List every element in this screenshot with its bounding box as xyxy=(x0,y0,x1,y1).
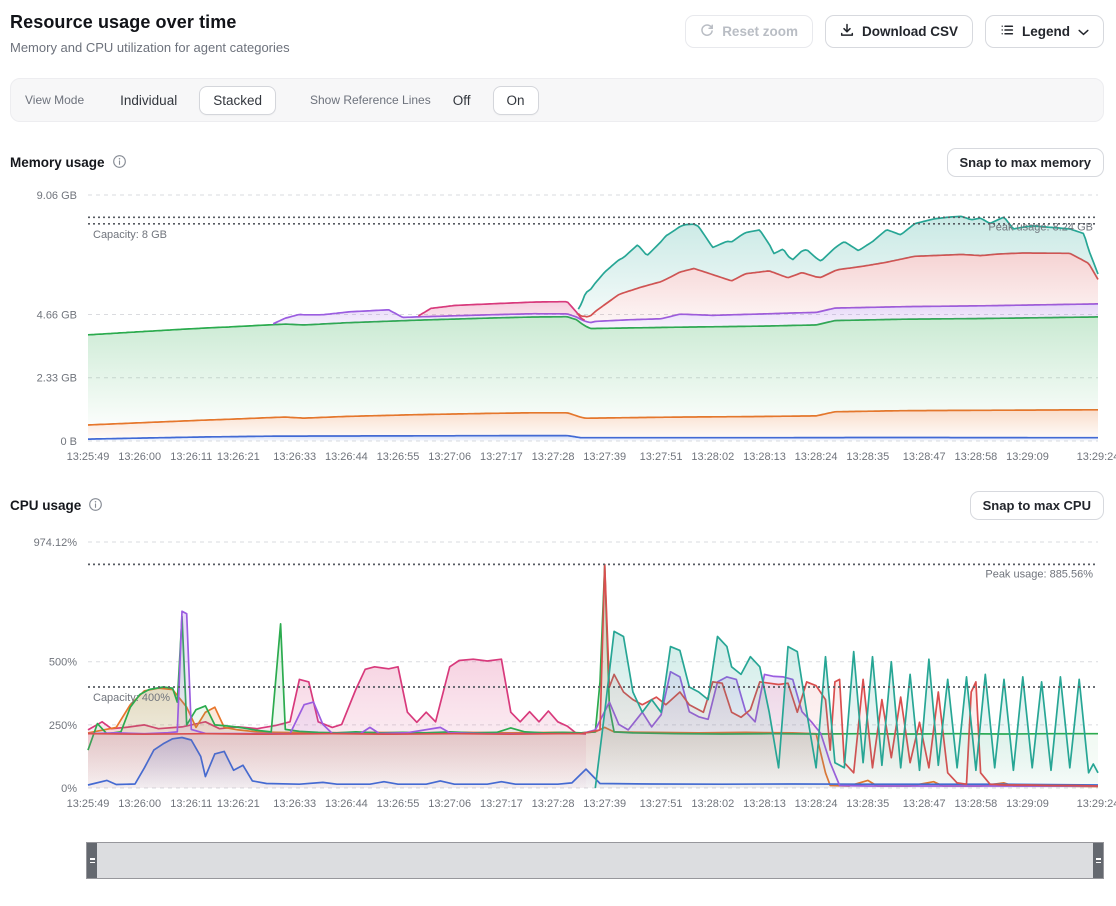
svg-text:13:26:00: 13:26:00 xyxy=(118,798,161,810)
svg-text:13:28:13: 13:28:13 xyxy=(743,798,786,810)
refresh-icon xyxy=(700,23,714,40)
svg-text:0%: 0% xyxy=(61,783,77,795)
svg-text:13:27:06: 13:27:06 xyxy=(428,451,471,463)
svg-text:13:26:55: 13:26:55 xyxy=(377,451,420,463)
cpu-title-text: CPU usage xyxy=(10,498,81,513)
svg-text:0 B: 0 B xyxy=(60,436,77,448)
svg-text:13:28:02: 13:28:02 xyxy=(691,451,734,463)
page-title: Resource usage over time xyxy=(10,12,290,33)
svg-text:13:26:00: 13:26:00 xyxy=(118,451,161,463)
legend-list-icon xyxy=(1000,23,1014,40)
header: Resource usage over time Memory and CPU … xyxy=(10,12,1104,55)
toolbar: Reset zoom Download CSV xyxy=(685,15,1104,48)
svg-text:13:28:24: 13:28:24 xyxy=(795,798,838,810)
svg-text:13:27:28: 13:27:28 xyxy=(532,798,575,810)
svg-text:13:28:35: 13:28:35 xyxy=(846,798,889,810)
svg-text:13:27:28: 13:27:28 xyxy=(532,451,575,463)
brush-left-handle[interactable] xyxy=(87,843,97,878)
download-csv-button[interactable]: Download CSV xyxy=(825,15,973,48)
cpu-section-header: CPU usage Snap to max CPU xyxy=(10,491,1104,520)
download-csv-label: Download CSV xyxy=(862,24,958,39)
svg-text:13:28:47: 13:28:47 xyxy=(903,798,946,810)
page-subtitle: Memory and CPU utilization for agent cat… xyxy=(10,40,290,55)
svg-text:13:28:02: 13:28:02 xyxy=(691,798,734,810)
svg-text:2.33 GB: 2.33 GB xyxy=(37,373,77,385)
svg-text:4.66 GB: 4.66 GB xyxy=(37,310,77,322)
svg-text:13:29:24: 13:29:24 xyxy=(1077,798,1116,810)
cpu-section-title: CPU usage xyxy=(10,497,103,515)
reference-lines-on[interactable]: On xyxy=(493,86,539,115)
svg-text:13:26:44: 13:26:44 xyxy=(325,798,368,810)
svg-text:13:29:09: 13:29:09 xyxy=(1006,451,1049,463)
svg-text:13:26:44: 13:26:44 xyxy=(325,451,368,463)
svg-text:500%: 500% xyxy=(49,657,77,669)
header-text: Resource usage over time Memory and CPU … xyxy=(10,12,290,55)
info-icon[interactable] xyxy=(112,154,127,172)
svg-text:13:26:21: 13:26:21 xyxy=(217,451,260,463)
svg-text:13:26:11: 13:26:11 xyxy=(170,798,212,810)
svg-text:13:28:47: 13:28:47 xyxy=(903,451,946,463)
cpu-chart[interactable]: 974.12% 500% 250% 0% Peak usage: 885.56% Capa… xyxy=(10,528,1108,824)
svg-text:13:27:51: 13:27:51 xyxy=(640,451,683,463)
svg-text:13:27:17: 13:27:17 xyxy=(480,798,523,810)
svg-text:Capacity: 8 GB: Capacity: 8 GB xyxy=(93,229,167,241)
svg-text:250%: 250% xyxy=(49,720,77,732)
svg-text:13:26:11: 13:26:11 xyxy=(170,451,212,463)
svg-text:13:26:55: 13:26:55 xyxy=(377,798,420,810)
svg-text:9.06 GB: 9.06 GB xyxy=(37,190,77,202)
legend-label: Legend xyxy=(1022,24,1070,39)
svg-text:13:28:24: 13:28:24 xyxy=(795,451,838,463)
reference-lines-label: Show Reference Lines xyxy=(310,93,431,107)
view-mode-bar: View Mode Individual Stacked Show Refere… xyxy=(10,78,1104,122)
snap-to-max-cpu-button[interactable]: Snap to max CPU xyxy=(970,491,1104,520)
info-icon[interactable] xyxy=(88,497,103,515)
reset-zoom-button[interactable]: Reset zoom xyxy=(685,15,813,48)
svg-text:13:27:51: 13:27:51 xyxy=(640,798,683,810)
svg-text:13:27:39: 13:27:39 xyxy=(583,798,626,810)
brush-right-handle[interactable] xyxy=(1093,843,1103,878)
view-mode-label: View Mode xyxy=(25,93,84,107)
svg-text:13:29:09: 13:29:09 xyxy=(1006,798,1049,810)
memory-chart[interactable]: 9.06 GB4.66 GB2.33 GB0 BPeak usage: 8.24… xyxy=(10,185,1108,477)
svg-text:13:28:58: 13:28:58 xyxy=(954,798,997,810)
view-mode-individual[interactable]: Individual xyxy=(106,86,191,115)
memory-title-text: Memory usage xyxy=(10,155,105,170)
svg-text:13:25:49: 13:25:49 xyxy=(67,451,110,463)
memory-section-title: Memory usage xyxy=(10,154,127,172)
download-icon xyxy=(840,23,854,40)
svg-text:13:25:49: 13:25:49 xyxy=(67,798,110,810)
svg-text:13:27:06: 13:27:06 xyxy=(428,798,471,810)
svg-text:13:26:33: 13:26:33 xyxy=(273,798,316,810)
svg-text:Capacity: 400%: Capacity: 400% xyxy=(93,692,170,704)
svg-text:13:28:58: 13:28:58 xyxy=(954,451,997,463)
chevron-down-icon xyxy=(1078,24,1089,39)
reset-zoom-label: Reset zoom xyxy=(722,24,798,39)
svg-text:13:28:35: 13:28:35 xyxy=(846,451,889,463)
svg-text:13:27:17: 13:27:17 xyxy=(480,451,523,463)
snap-to-max-memory-button[interactable]: Snap to max memory xyxy=(947,148,1105,177)
svg-text:974.12%: 974.12% xyxy=(34,537,78,549)
page: Resource usage over time Memory and CPU … xyxy=(0,0,1116,879)
time-brush[interactable] xyxy=(86,842,1104,879)
memory-section-header: Memory usage Snap to max memory xyxy=(10,148,1104,177)
svg-text:13:26:21: 13:26:21 xyxy=(217,798,260,810)
svg-text:Peak usage: 885.56%: Peak usage: 885.56% xyxy=(985,568,1093,580)
view-mode-stacked[interactable]: Stacked xyxy=(199,86,276,115)
reference-lines-off[interactable]: Off xyxy=(439,86,485,115)
legend-button[interactable]: Legend xyxy=(985,15,1104,48)
svg-text:13:29:24: 13:29:24 xyxy=(1077,451,1116,463)
svg-text:13:28:13: 13:28:13 xyxy=(743,451,786,463)
svg-text:13:27:39: 13:27:39 xyxy=(583,451,626,463)
svg-text:13:26:33: 13:26:33 xyxy=(273,451,316,463)
